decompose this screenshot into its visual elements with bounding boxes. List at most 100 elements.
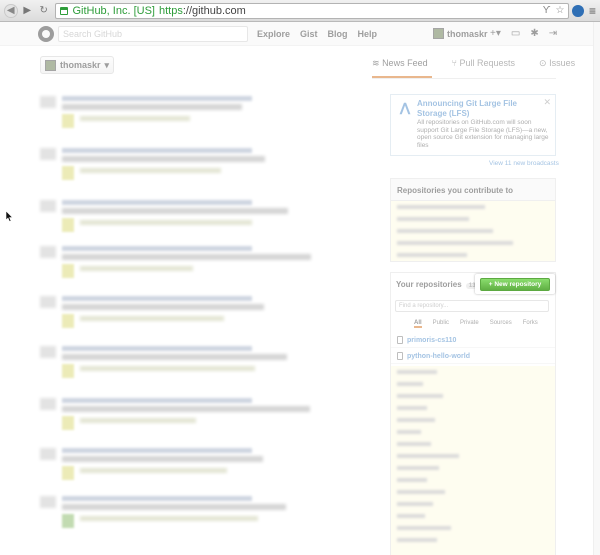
blurred-placeholder [62,104,242,110]
blurred-placeholder [397,466,439,470]
nav-blog[interactable]: Blog [328,29,348,39]
list-item [391,498,555,510]
settings-gear-icon[interactable]: ✱ [530,28,538,39]
feed-item [40,148,370,192]
list-item [391,249,555,261]
filter-all[interactable]: All [414,320,422,328]
new-repository-button[interactable]: + New repository [480,278,550,291]
blurred-placeholder [397,538,437,542]
blurred-placeholder [40,96,56,108]
repo-name: python-hello-world [407,352,470,360]
site-header: Search GitHub Explore Gist Blog Help tho… [0,22,600,46]
nav-explore[interactable]: Explore [257,29,290,39]
blurred-placeholder [397,490,445,494]
blurred-placeholder [62,416,74,430]
url-scheme: https [158,4,183,17]
list-item [391,225,555,237]
blurred-placeholder [397,241,513,245]
blurred-placeholder [80,316,224,321]
filter-private[interactable]: Private [460,320,479,328]
tab-label: News Feed [382,58,428,68]
broadcast-card: ꓥ Announcing Git Large File Storage (LFS… [390,94,556,156]
mouse-cursor-icon [6,211,13,222]
sign-out-icon[interactable]: ⇥ [549,28,557,39]
blurred-placeholder [62,398,252,403]
github-logo-icon[interactable] [38,26,54,42]
forward-icon[interactable]: ▶ [21,4,34,18]
reload-icon[interactable]: ↻ [37,4,50,18]
repo-name: primoris-cs110 [407,336,457,344]
scrollbar[interactable] [593,22,600,555]
blurred-placeholder [62,148,252,153]
close-icon[interactable]: ✕ [543,97,551,108]
back-icon[interactable]: ◀ [4,3,18,18]
filter-public[interactable]: Public [433,320,449,328]
blurred-placeholder [62,208,288,214]
broadcast-title[interactable]: Announcing Git Large File Storage (LFS) [417,99,543,119]
blurred-placeholder [40,200,56,212]
blurred-placeholder [80,266,193,271]
blurred-placeholder [62,296,252,301]
blurred-placeholder [80,116,190,121]
blurred-placeholder [62,354,287,360]
issue-icon: ⊙ [539,58,547,68]
list-item [391,426,555,438]
blurred-placeholder [62,166,74,180]
tab-news-feed[interactable]: ≋ News Feed [372,58,428,69]
blurred-placeholder [40,148,56,160]
list-item [391,213,555,225]
list-item [391,450,555,462]
lock-icon [60,6,69,15]
url-text: ://github.com [182,4,246,17]
list-item [391,414,555,426]
blurred-placeholder [397,514,425,518]
filter-forks[interactable]: Forks [523,320,538,328]
blurred-placeholder [397,526,451,530]
blurred-placeholder [62,466,74,480]
blurred-placeholder [397,253,467,257]
blurred-placeholder [397,418,435,422]
blurred-placeholder [62,314,74,328]
header-username: thomaskr [447,28,488,39]
list-item [391,462,555,474]
context-switcher[interactable]: thomaskr ▾ [40,56,115,74]
inbox-icon[interactable]: ▭ [511,28,520,39]
blurred-placeholder [62,456,263,462]
tab-label: Issues [549,58,576,68]
address-bar[interactable]: GitHub, Inc. [US] https://github.com ϒ ☆ [55,2,570,19]
tab-pull-requests[interactable]: ⑂ Pull Requests [452,58,515,69]
view-broadcasts-link[interactable]: View 11 new broadcasts [489,160,559,167]
repo-filter-input[interactable]: Find a repository... [395,300,549,312]
list-item [391,438,555,450]
repo-icon [397,336,403,344]
dashboard-tabs: ≋ News Feed ⑂ Pull Requests ⊙ Issues [372,58,575,69]
blurred-placeholder [62,200,252,205]
list-item [391,522,555,534]
star-icon[interactable]: ☆ [555,5,564,16]
avatar [433,28,444,39]
repo-item[interactable]: python-hello-world [391,349,555,364]
blurred-placeholder [397,430,421,434]
user-menu[interactable]: thomaskr [433,28,488,39]
search-input[interactable]: Search GitHub [58,26,248,42]
filter-sources[interactable]: Sources [490,320,512,328]
tab-label: Pull Requests [459,58,516,68]
blurred-placeholder [397,442,431,446]
nav-gist[interactable]: Gist [300,29,318,39]
repo-item[interactable]: primoris-cs110 [391,333,555,348]
feed-item [40,246,370,290]
create-new-icon[interactable]: +▾ [490,28,501,39]
your-repos-title: Your repositories 13 [396,280,479,289]
your-repos-label: Your repositories [396,280,462,289]
profile-extension-icon[interactable] [572,4,584,17]
blurred-placeholder [62,504,286,510]
nav-help[interactable]: Help [358,29,378,39]
feed-item [40,296,370,340]
tab-issues[interactable]: ⊙ Issues [539,58,575,69]
blurred-placeholder [397,217,469,221]
browser-menu-icon[interactable]: ≡ [589,4,596,18]
repo-icon [397,352,403,360]
extension-icon[interactable]: ϒ [543,5,551,16]
list-item [391,534,555,546]
blurred-placeholder [397,406,427,410]
